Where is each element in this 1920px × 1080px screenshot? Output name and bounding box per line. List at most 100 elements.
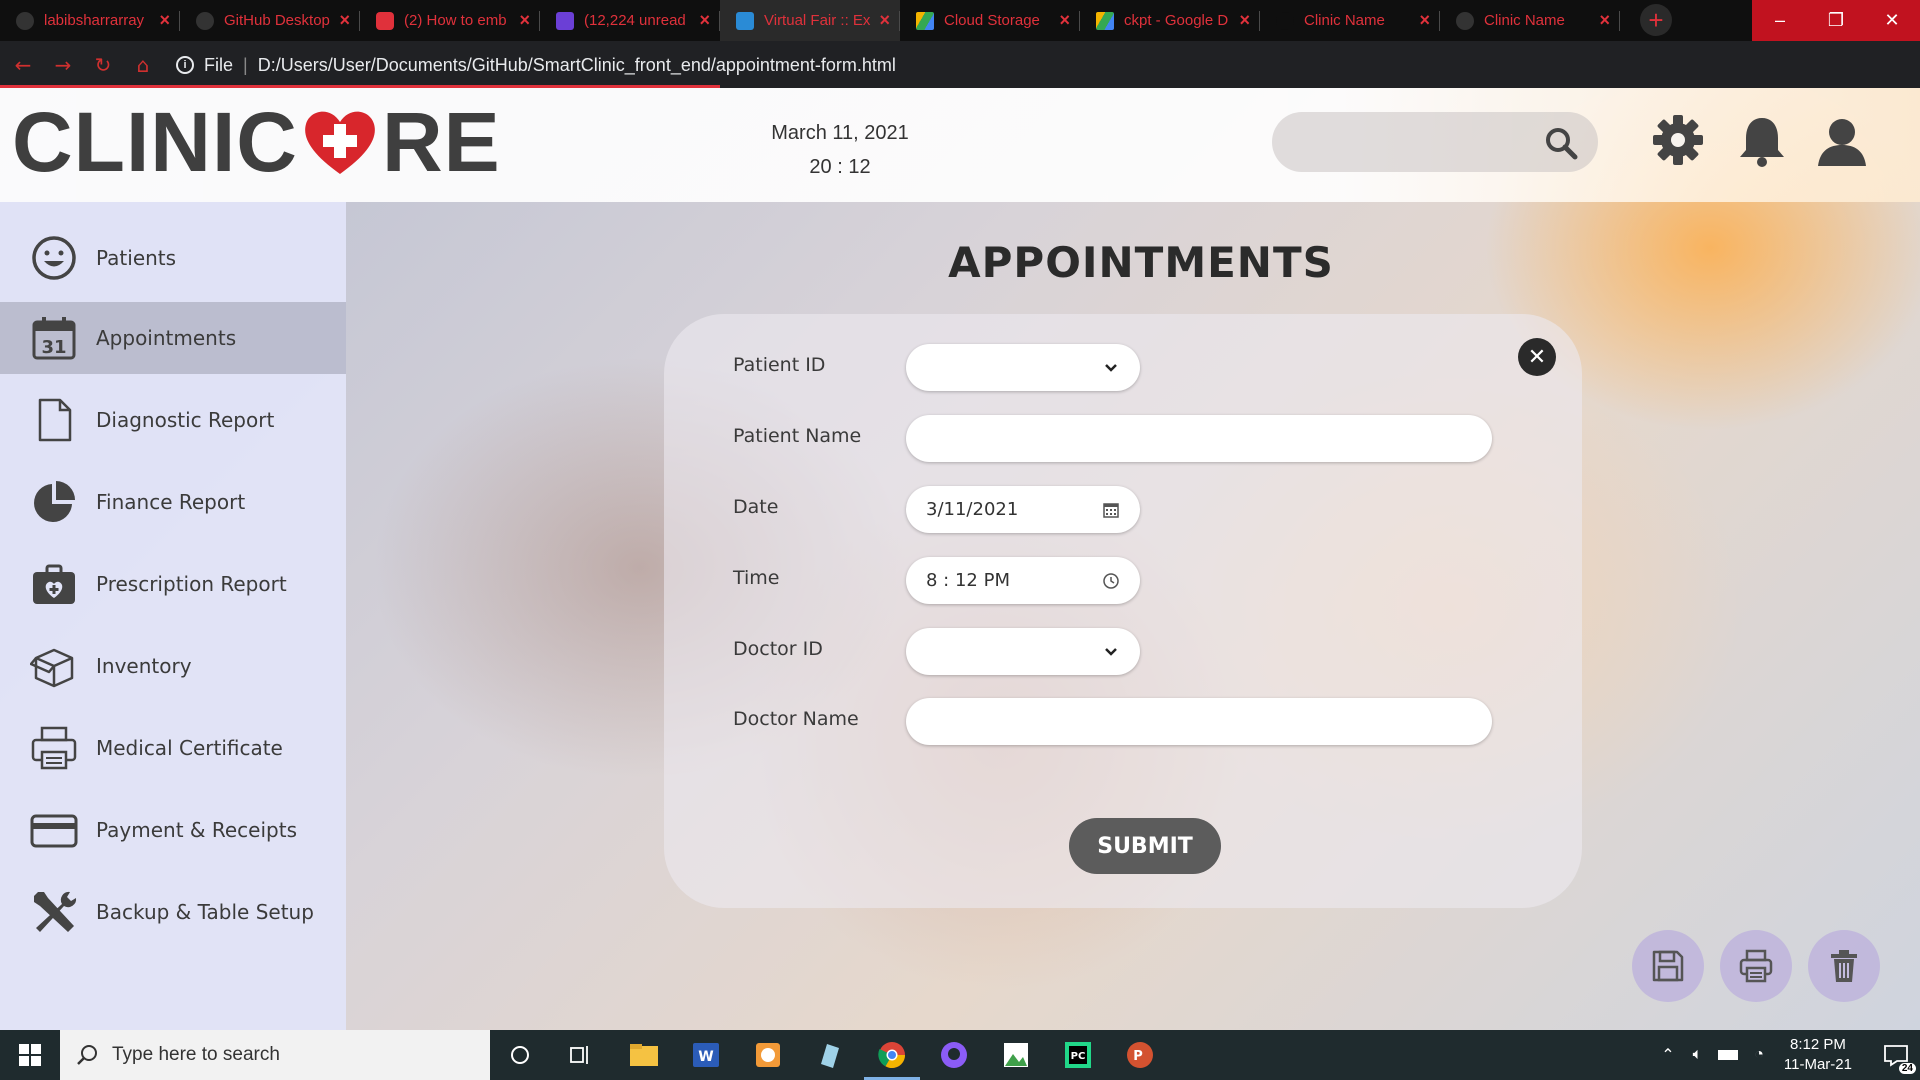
powerpoint-icon[interactable]: P	[1120, 1035, 1160, 1075]
search-icon	[77, 1045, 97, 1065]
new-tab-button[interactable]: +	[1640, 4, 1672, 36]
sidebar-item-medical-certificate[interactable]: Medical Certificate	[0, 712, 346, 784]
youtube-icon	[376, 11, 394, 30]
close-tab-icon[interactable]: ×	[699, 10, 710, 31]
time-field[interactable]: 8 : 12 PM	[906, 557, 1140, 604]
minimize-icon[interactable]: –	[1752, 0, 1808, 41]
notification-center-button[interactable]: 24	[1872, 1030, 1920, 1080]
clinic-logo[interactable]: CLINIC RE	[12, 95, 501, 189]
browser-tab[interactable]: (2) How to emb ×	[360, 0, 540, 41]
browser-tab[interactable]: GitHub Desktop ×	[180, 0, 360, 41]
close-tab-icon[interactable]: ×	[1599, 10, 1610, 31]
close-tab-icon[interactable]: ×	[1059, 10, 1070, 31]
separator: |	[243, 54, 248, 75]
close-window-icon[interactable]: ✕	[1864, 0, 1920, 41]
pycharm-icon[interactable]: PC	[1058, 1035, 1098, 1075]
close-tab-icon[interactable]: ×	[519, 10, 530, 31]
page-icon	[1456, 11, 1474, 30]
sidebar-item-finance-report[interactable]: Finance Report	[0, 466, 346, 538]
close-tab-icon[interactable]: ×	[339, 10, 350, 31]
mail-icon	[556, 11, 574, 30]
chevron-up-icon[interactable]: ⌃	[1661, 1045, 1674, 1065]
close-tab-icon[interactable]: ×	[1419, 10, 1430, 31]
bell-icon[interactable]	[1734, 112, 1790, 168]
calendar-picker-icon[interactable]	[1102, 501, 1120, 519]
close-icon[interactable]: ✕	[1518, 338, 1556, 376]
volume-icon[interactable]: 🔈︎	[1693, 1046, 1703, 1064]
browser-tab[interactable]: ckpt - Google D ×	[1080, 0, 1260, 41]
sidebar-item-backup-table-setup[interactable]: Backup & Table Setup	[0, 876, 346, 948]
date-label: Date	[733, 496, 779, 518]
save-button[interactable]	[1632, 930, 1704, 1002]
patient-id-select[interactable]	[906, 344, 1140, 391]
wifi-icon[interactable]: ◔	[1754, 1046, 1764, 1064]
browser-tab[interactable]: Cloud Storage ×	[900, 0, 1080, 41]
clock-icon[interactable]	[1102, 572, 1120, 590]
sidebar-item-patients[interactable]: Patients	[0, 222, 346, 294]
sidebar-item-prescription-report[interactable]: Prescription Report	[0, 548, 346, 620]
printer-icon	[31, 726, 77, 770]
sidebar-item-inventory[interactable]: Inventory	[0, 630, 346, 702]
file-explorer-icon[interactable]	[624, 1035, 664, 1075]
browser-tab[interactable]: Clinic Name ×	[1440, 0, 1620, 41]
user-avatar-icon[interactable]	[1814, 112, 1870, 168]
heart-cross-icon	[305, 111, 375, 174]
box-icon	[30, 648, 74, 688]
header-date: March 11, 2021	[771, 122, 909, 144]
search-input[interactable]	[1272, 112, 1598, 172]
url-text[interactable]: D:/Users/User/Documents/GitHub/SmartClin…	[258, 55, 896, 76]
github-desktop-icon[interactable]	[934, 1035, 974, 1075]
trash-icon	[1831, 950, 1857, 982]
date-field[interactable]: 3/11/2021	[906, 486, 1140, 533]
notepad-app-icon[interactable]	[810, 1035, 850, 1075]
virtual-fair-icon	[736, 11, 754, 30]
delete-button[interactable]	[1808, 930, 1880, 1002]
browser-tab[interactable]: (12,224 unread ×	[540, 0, 720, 41]
sidebar-item-appointments[interactable]: 31 Appointments	[0, 302, 346, 374]
sidebar-item-payment-receipts[interactable]: Payment & Receipts	[0, 794, 346, 866]
browser-tab-active[interactable]: Virtual Fair :: Ex ×	[720, 0, 900, 41]
browser-tab[interactable]: Clinic Name ×	[1260, 0, 1440, 41]
taskbar-search-input[interactable]: Type here to search	[60, 1030, 490, 1080]
doctor-id-select[interactable]	[906, 628, 1140, 675]
home-icon[interactable]: ⌂	[126, 48, 160, 82]
doctor-name-field[interactable]	[906, 698, 1492, 745]
svg-text:P: P	[1133, 1049, 1143, 1064]
taskbar-clock[interactable]: 8:12 PM 11-Mar-21	[1784, 1035, 1852, 1075]
scheme-label: File	[204, 54, 234, 75]
close-tab-icon[interactable]: ×	[159, 10, 170, 31]
cortana-icon[interactable]	[500, 1035, 540, 1075]
close-tab-icon[interactable]: ×	[1239, 10, 1250, 31]
close-tab-icon[interactable]: ×	[879, 10, 890, 31]
print-button[interactable]	[1720, 930, 1792, 1002]
search-icon[interactable]	[1544, 126, 1578, 160]
gear-icon[interactable]	[1650, 112, 1706, 168]
address-bar[interactable]: i File | D:/Users/User/Documents/GitHub/…	[176, 47, 1606, 83]
patient-name-field[interactable]	[906, 415, 1492, 462]
chevron-down-icon	[1105, 363, 1117, 372]
header-time: 20 : 12	[809, 156, 871, 178]
sublime-app-icon[interactable]	[748, 1035, 788, 1075]
forward-icon[interactable]: →	[46, 48, 80, 82]
browser-toolbar: ← → ↻ ⌂ i File | D:/Users/User/Documents…	[0, 41, 1920, 119]
word-icon[interactable]: W	[686, 1035, 726, 1075]
sidebar-item-label: Backup & Table Setup	[96, 900, 314, 924]
restore-icon[interactable]: ❐	[1808, 0, 1864, 41]
browser-tab[interactable]: labibsharrarray ×	[0, 0, 180, 41]
submit-button[interactable]: SUBMIT	[1069, 818, 1221, 874]
calendar-day-text: 31	[41, 337, 66, 358]
back-icon[interactable]: ←	[6, 48, 40, 82]
sidebar-item-label: Medical Certificate	[96, 736, 283, 760]
image-app-icon[interactable]	[996, 1035, 1036, 1075]
system-tray: ⌃ 🔈︎ ◔ 8:12 PM 11-Mar-21 24	[1651, 1030, 1920, 1080]
medical-kit-icon	[33, 564, 75, 604]
reload-icon[interactable]: ↻	[86, 48, 120, 82]
battery-icon[interactable]	[1718, 1050, 1739, 1060]
appointment-form: ✕ Patient ID Patient Name Date 3/11/2021…	[664, 314, 1582, 908]
credit-card-icon	[30, 814, 78, 848]
start-button[interactable]	[0, 1030, 60, 1080]
sidebar-item-diagnostic-report[interactable]: Diagnostic Report	[0, 384, 346, 456]
chrome-icon[interactable]	[864, 1035, 920, 1080]
task-view-icon[interactable]	[560, 1035, 600, 1075]
info-icon[interactable]: i	[176, 56, 194, 74]
